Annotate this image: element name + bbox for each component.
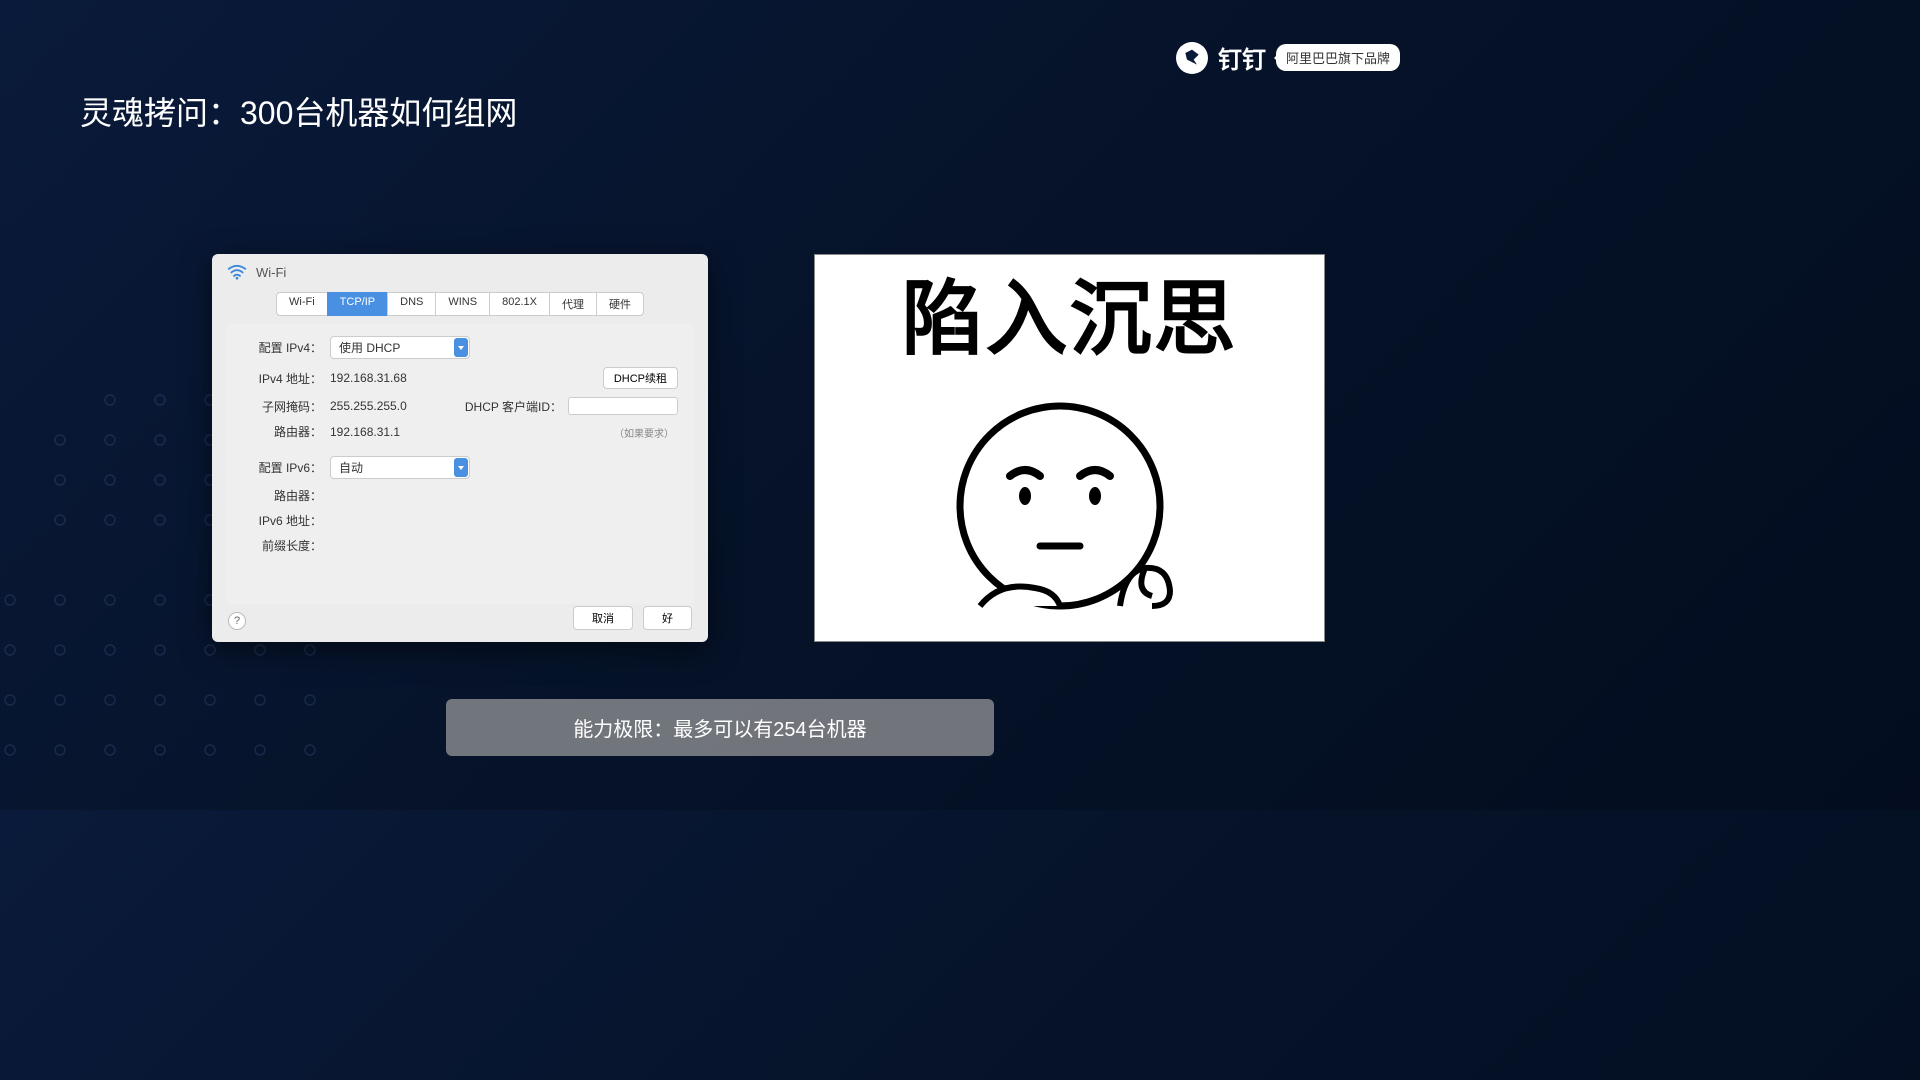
tab-proxy[interactable]: 代理	[549, 292, 597, 316]
tab-dns[interactable]: DNS	[387, 292, 436, 316]
settings-tabs: Wi-Fi TCP/IP DNS WINS 802.1X 代理 硬件	[226, 292, 694, 316]
subnet-value: 255.255.255.0	[330, 399, 407, 413]
brand-logo-area: 钉钉 阿里巴巴旗下品牌	[1176, 40, 1400, 75]
brand-badge: 阿里巴巴旗下品牌	[1276, 44, 1400, 71]
ipv6-prefix-label: 前缀长度：	[242, 537, 322, 554]
tab-tcpip[interactable]: TCP/IP	[327, 292, 388, 316]
ipv6-config-label: 配置 IPv6：	[242, 459, 322, 476]
tab-wins[interactable]: WINS	[435, 292, 490, 316]
ipv6-config-value: 自动	[339, 459, 363, 476]
slide-title: 灵魂拷问：300台机器如何组网	[80, 88, 517, 134]
cancel-button[interactable]: 取消	[573, 606, 633, 630]
ipv4-address-label: IPv4 地址：	[242, 370, 322, 387]
wifi-icon	[226, 264, 248, 280]
dhcp-client-id-hint: （如果要求）	[614, 425, 674, 440]
chevron-down-icon	[454, 338, 468, 357]
brand-name: 钉钉	[1218, 40, 1266, 75]
thinking-face-icon	[940, 381, 1200, 631]
ipv4-config-select[interactable]: 使用 DHCP	[330, 336, 470, 359]
dhcp-client-id-input[interactable]	[568, 397, 678, 415]
tcpip-content: 配置 IPv4： 使用 DHCP IPv4 地址： 192.168.31.68 …	[226, 324, 694, 604]
tab-wifi[interactable]: Wi-Fi	[276, 292, 328, 316]
ipv6-address-label: IPv6 地址：	[242, 512, 322, 529]
tab-8021x[interactable]: 802.1X	[489, 292, 550, 316]
ok-button[interactable]: 好	[643, 606, 692, 630]
dingtalk-icon	[1176, 42, 1208, 74]
meme-image: 陷入沉思	[814, 254, 1325, 642]
conclusion-banner: 能力极限：最多可以有254台机器	[446, 699, 994, 756]
dhcp-client-id-label: DHCP 客户端ID：	[465, 398, 562, 415]
network-settings-panel: Wi-Fi Wi-Fi TCP/IP DNS WINS 802.1X 代理 硬件…	[212, 254, 708, 642]
help-button[interactable]: ?	[228, 612, 246, 630]
dhcp-renew-button[interactable]: DHCP续租	[603, 367, 678, 389]
panel-header: Wi-Fi	[256, 265, 286, 280]
chevron-down-icon	[454, 458, 468, 477]
ipv4-config-label: 配置 IPv4：	[242, 339, 322, 356]
ipv6-router-label: 路由器：	[242, 487, 322, 504]
ipv4-address-value: 192.168.31.68	[330, 371, 407, 385]
ipv6-config-select[interactable]: 自动	[330, 456, 470, 479]
router-label: 路由器：	[242, 423, 322, 440]
meme-caption: 陷入沉思	[901, 279, 1237, 361]
ipv4-config-value: 使用 DHCP	[339, 339, 400, 356]
router-value: 192.168.31.1	[330, 425, 400, 439]
subnet-label: 子网掩码：	[242, 398, 322, 415]
tab-hardware[interactable]: 硬件	[596, 292, 644, 316]
